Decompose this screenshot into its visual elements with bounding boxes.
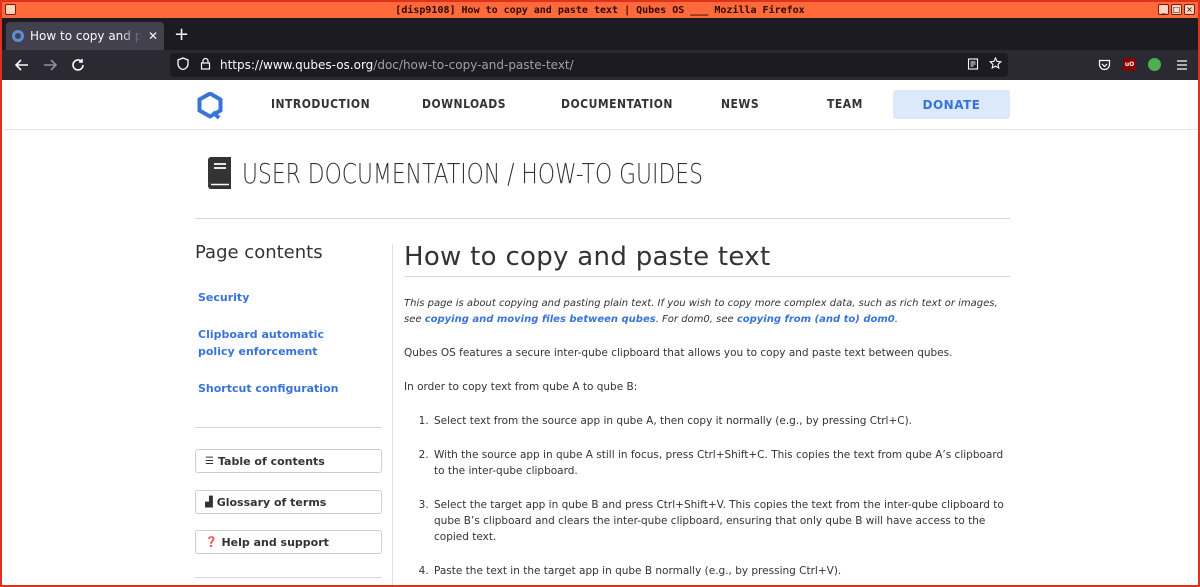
maximize-button[interactable]: □ [1171, 4, 1182, 15]
tab-strip: How to copy and paste text | Qubes OS ✕ … [2, 18, 1198, 50]
docs-section-title: USER DOCUMENTATION / HOW-TO GUIDES [242, 156, 703, 190]
toc-link-shortcut-configuration[interactable]: Shortcut configuration [198, 380, 382, 397]
reload-icon [72, 59, 84, 71]
url-bar[interactable]: https://www.qubes-os.org/doc/how-to-copy… [170, 53, 1008, 77]
forward-button[interactable] [38, 53, 62, 77]
tab-active[interactable]: How to copy and paste text | Qubes OS ✕ [6, 22, 164, 50]
link-copying-dom0[interactable]: copying from (and to) dom0 [737, 314, 895, 325]
sidebar-divider-bottom [195, 577, 382, 578]
list-item: Select the target app in qube B and pres… [432, 497, 1010, 545]
article-paragraph: Qubes OS features a secure inter-qube cl… [404, 347, 953, 359]
pocket-icon[interactable] [1094, 55, 1114, 75]
sidebar-content-divider [392, 244, 393, 585]
table-of-contents-button[interactable]: ☰ Table of contents [195, 449, 382, 473]
forward-arrow-icon [44, 59, 57, 71]
reader-view-icon[interactable] [966, 57, 980, 73]
window-title: [disp9108] How to copy and paste text | … [395, 4, 805, 16]
list-item: With the source app in qube A still in f… [432, 447, 1010, 479]
close-window-button[interactable]: × [1184, 4, 1195, 15]
nav-introduction[interactable]: INTRODUCTION [271, 97, 370, 111]
toc-link-security[interactable]: Security [198, 289, 382, 306]
page-contents-heading: Page contents [195, 242, 323, 263]
help-support-label: Help and support [221, 535, 329, 549]
window-menu-icon[interactable] [5, 4, 16, 15]
web-page: INTRODUCTION DOWNLOADS DOCUMENTATION NEW… [4, 80, 1198, 585]
list-item: Select text from the source app in qube … [432, 413, 1010, 429]
copy-steps-list: Select text from the source app in qube … [432, 413, 1010, 579]
new-tab-button[interactable]: + [174, 24, 189, 45]
back-arrow-icon [15, 59, 28, 71]
url-path: /doc/how-to-copy-and-paste-text/ [373, 58, 574, 72]
docs-header: USER DOCUMENTATION / HOW-TO GUIDES [204, 156, 833, 190]
site-navigation: INTRODUCTION DOWNLOADS DOCUMENTATION NEW… [4, 80, 1198, 130]
nav-team[interactable]: TEAM [827, 97, 863, 111]
cubes-icon: ▟ [205, 496, 213, 508]
article-paragraph: In order to copy text from qube A to qub… [404, 381, 638, 393]
app-menu-icon[interactable] [1172, 55, 1192, 75]
window-titlebar[interactable]: [disp9108] How to copy and paste text | … [2, 2, 1198, 18]
toc-link-clipboard-policy[interactable]: Clipboard automatic policy enforcement [198, 326, 345, 360]
ublock-extension-icon[interactable]: uO [1123, 58, 1136, 71]
reload-button[interactable] [66, 53, 90, 77]
bookmark-star-icon[interactable] [988, 56, 1002, 73]
close-tab-icon[interactable]: ✕ [148, 29, 158, 43]
link-copying-moving-files[interactable]: copying and moving files between qubes [425, 314, 656, 325]
lock-icon[interactable] [198, 57, 212, 73]
glossary-button[interactable]: ▟ Glossary of terms [195, 490, 382, 514]
article: How to copy and paste text This page is … [404, 242, 1010, 579]
article-intro: This page is about copying and pasting p… [404, 296, 1010, 328]
table-of-contents-label: Table of contents [217, 454, 325, 468]
url-text[interactable]: https://www.qubes-os.org/doc/how-to-copy… [220, 58, 958, 72]
book-icon [208, 157, 231, 189]
extension-green-icon[interactable] [1148, 58, 1161, 71]
browser-window: [disp9108] How to copy and paste text | … [0, 0, 1200, 587]
donate-button[interactable]: DONATE [893, 90, 1010, 119]
sidebar-divider [195, 427, 382, 428]
list-item: Paste the text in the target app in qube… [432, 563, 1010, 579]
nav-downloads[interactable]: DOWNLOADS [422, 97, 506, 111]
qubes-favicon-icon [12, 30, 24, 42]
article-title: How to copy and paste text [404, 242, 1010, 277]
nav-documentation[interactable]: DOCUMENTATION [561, 97, 673, 111]
help-support-button[interactable]: ❓ Help and support [195, 530, 382, 554]
nav-news[interactable]: NEWS [721, 97, 759, 111]
sidebar: Page contents Security Clipboard automat… [195, 232, 382, 578]
question-circle-icon: ❓ [205, 536, 218, 548]
qubes-logo-icon[interactable] [197, 92, 223, 120]
glossary-label: Glossary of terms [216, 495, 327, 509]
back-button[interactable] [10, 53, 34, 77]
minimize-button[interactable]: _ [1158, 4, 1169, 15]
intro-text-2: . For dom0, see [655, 314, 737, 325]
tracking-shield-icon[interactable] [176, 57, 190, 73]
tab-label: How to copy and paste text | Qubes OS [30, 29, 142, 43]
url-domain: https://www.qubes-os.org [220, 58, 374, 72]
list-icon: ☰ [205, 455, 214, 467]
intro-text-3: . [894, 314, 898, 325]
header-divider [195, 218, 1010, 219]
